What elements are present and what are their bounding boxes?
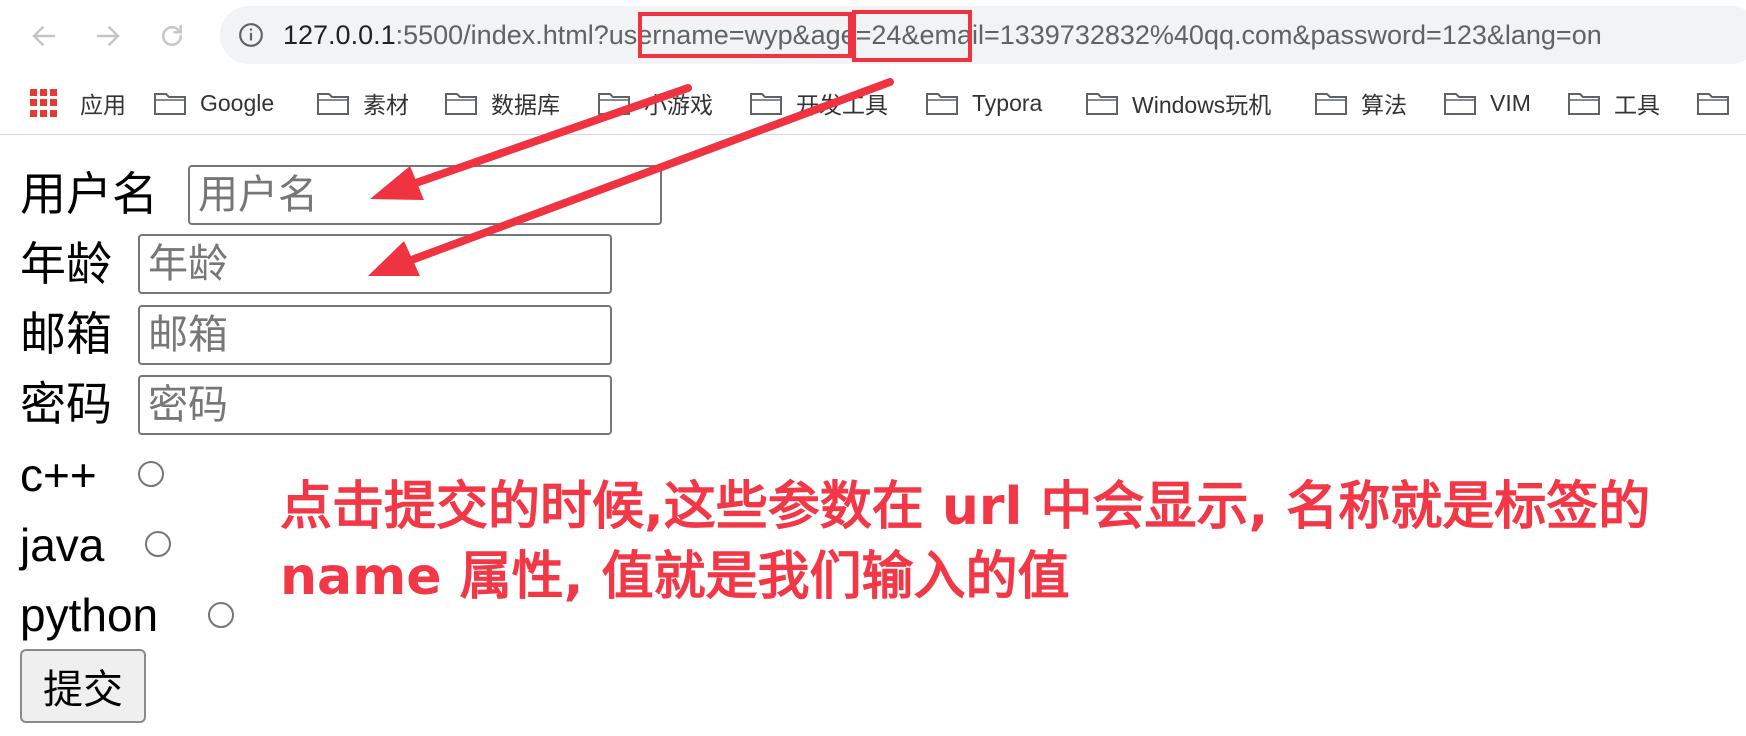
- radio-label-python: python: [20, 589, 159, 641]
- password-row: 密码: [20, 376, 112, 432]
- radio-label-cpp: c++: [20, 449, 97, 501]
- email-input[interactable]: [138, 305, 612, 365]
- annotation-box-age: [852, 10, 972, 62]
- bookmark-label: 开发工具: [796, 92, 888, 118]
- bookmark-label: Typora: [972, 89, 1043, 116]
- folder-icon: [750, 93, 782, 115]
- back-button[interactable]: [22, 14, 66, 58]
- bookmark-devtools[interactable]: 开发工具: [750, 88, 888, 118]
- info-icon[interactable]: [238, 22, 264, 48]
- reload-button[interactable]: [150, 14, 194, 58]
- email-label: 邮箱: [20, 307, 112, 361]
- bookmark-label: Windows玩机: [1132, 92, 1272, 118]
- bookmark-games[interactable]: 小游戏: [598, 88, 713, 118]
- folder-icon: [317, 93, 349, 115]
- bookmark-label: 数据库: [491, 92, 560, 118]
- bookmarks-bar: 应用 Google 素材 数据库 小游戏 开发工具 Typora Windows…: [0, 72, 1746, 135]
- bookmark-apps[interactable]: 应用: [30, 88, 126, 118]
- forward-button[interactable]: [86, 14, 130, 58]
- bookmark-label: 算法: [1361, 92, 1407, 118]
- bookmark-label: 应用: [80, 92, 126, 118]
- address-bar[interactable]: 127.0.0.1:5500/index.html?username=wyp&a…: [220, 6, 1746, 64]
- radio-python[interactable]: [208, 602, 234, 628]
- bookmark-typora[interactable]: Typora: [926, 88, 1042, 118]
- folder-icon: [445, 93, 477, 115]
- radio-cpp[interactable]: [138, 461, 164, 487]
- bookmark-label: 素材: [363, 92, 409, 118]
- username-row: 用户名: [20, 166, 158, 222]
- arrow-left-icon: [32, 26, 56, 46]
- radio-java[interactable]: [145, 531, 171, 557]
- bookmark-more-folder[interactable]: [1697, 88, 1743, 118]
- age-label: 年龄: [20, 237, 112, 291]
- folder-icon: [926, 93, 958, 115]
- username-label: 用户名: [20, 167, 158, 221]
- password-input[interactable]: [138, 375, 612, 435]
- username-input[interactable]: [188, 165, 662, 225]
- bookmark-label: 工具: [1614, 92, 1660, 118]
- bookmark-google[interactable]: Google: [154, 88, 274, 118]
- bookmark-sucai[interactable]: 素材: [317, 88, 409, 118]
- folder-icon: [598, 93, 630, 115]
- reload-icon: [162, 24, 182, 46]
- bookmark-database[interactable]: 数据库: [445, 88, 560, 118]
- bookmark-tools[interactable]: 工具: [1568, 88, 1660, 118]
- bookmark-windows[interactable]: Windows玩机: [1086, 88, 1271, 118]
- submit-button[interactable]: 提交: [20, 649, 146, 723]
- apps-grid-icon: [30, 89, 58, 117]
- email-row: 邮箱: [20, 306, 112, 362]
- folder-icon: [1697, 93, 1729, 115]
- url-host: 127.0.0.1: [283, 20, 396, 50]
- url-path-query: :5500/index.html?username=wyp&age=24&ema…: [395, 20, 1602, 50]
- arrow-right-icon: [96, 26, 120, 46]
- folder-icon: [154, 93, 186, 115]
- folder-icon: [1444, 93, 1476, 115]
- password-label: 密码: [20, 377, 112, 431]
- folder-icon: [1086, 93, 1118, 115]
- age-input[interactable]: [138, 234, 612, 294]
- radio-label-java: java: [20, 519, 105, 571]
- bookmark-label: VIM: [1490, 89, 1531, 116]
- bookmark-algorithm[interactable]: 算法: [1315, 88, 1407, 118]
- bookmark-vim[interactable]: VIM: [1444, 88, 1531, 118]
- bookmark-label: 小游戏: [644, 92, 713, 118]
- age-row: 年龄: [20, 236, 112, 292]
- bookmark-label: Google: [200, 89, 275, 116]
- folder-icon: [1315, 93, 1347, 115]
- annotation-box-username: [638, 12, 852, 58]
- folder-icon: [1568, 93, 1600, 115]
- annotation-text: 点击提交的时候,这些参数在 url 中会显示, 名称就是标签的 name 属性,…: [280, 477, 1651, 607]
